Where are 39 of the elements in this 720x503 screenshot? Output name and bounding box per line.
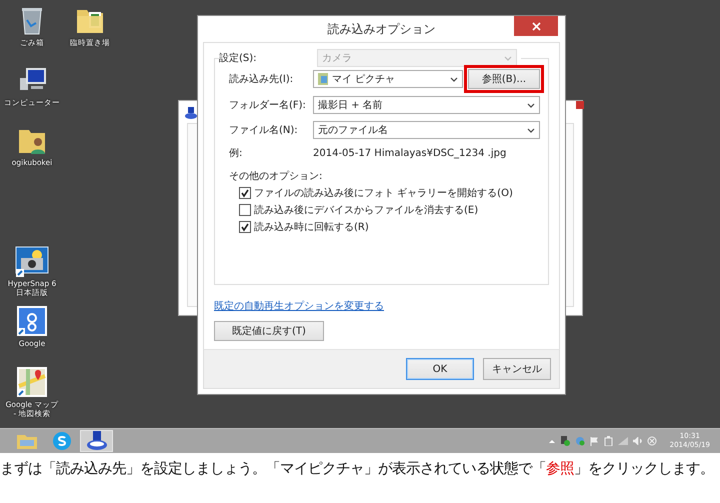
caption-text: まずは「読み込み先」を設定しましょう。「マイピクチャ」が表示されている状態で「参照」をクリックします。 xyxy=(0,460,715,479)
folder-name-dropdown[interactable]: 撮影日 + 名前 xyxy=(313,96,540,114)
destination-dropdown[interactable]: マイ ピクチャ xyxy=(313,70,463,88)
example-text: 2014-05-17 Himalayas¥DSC_1234 .jpg xyxy=(313,148,508,158)
scanner-icon xyxy=(84,430,108,452)
checkbox[interactable] xyxy=(239,221,251,233)
ok-button[interactable]: OK xyxy=(406,358,474,380)
google-icon[interactable] xyxy=(16,305,48,337)
cancel-button[interactable]: キャンセル xyxy=(483,358,551,380)
field-label: ファイル名(N): xyxy=(229,124,299,137)
pictures-folder-icon xyxy=(318,73,328,85)
reset-button[interactable]: 既定値に戻す(T) xyxy=(214,321,324,341)
scanner-icon xyxy=(185,107,197,119)
settings-dropdown: カメラ xyxy=(317,49,517,67)
checkbox-option[interactable]: ファイルの読み込み後にフォト ギャラリーを開始する(O) xyxy=(239,186,540,200)
skype-icon xyxy=(52,431,72,451)
dropdown-icon xyxy=(504,56,512,60)
window-title: 読み込みオプション xyxy=(328,20,436,38)
close-button[interactable] xyxy=(514,16,558,36)
dropdown-icon xyxy=(450,76,458,82)
taskbar-button[interactable] xyxy=(80,430,113,452)
shield-icon[interactable] xyxy=(560,436,570,446)
section-label: その他のオプション: xyxy=(229,170,324,183)
file-name-dropdown[interactable]: 元のファイル名 xyxy=(313,121,540,139)
checkbox-option[interactable]: 読み込み時に回転する(R) xyxy=(239,220,540,234)
camera-icon[interactable] xyxy=(15,245,49,277)
dropdown-icon xyxy=(527,102,535,108)
checkbox[interactable] xyxy=(239,187,251,199)
checkbox-option[interactable]: 読み込み後にデバイスからファイルを消去する(E) xyxy=(239,203,540,217)
close-icon xyxy=(532,22,540,30)
dropdown-icon xyxy=(527,128,535,132)
field-label: 読み込み先(I): xyxy=(229,72,294,86)
settings-link[interactable]: 既定の自動再生オプションを変更する xyxy=(214,299,384,313)
map-icon[interactable] xyxy=(16,366,48,398)
checkbox[interactable] xyxy=(239,204,251,216)
field-label: フォルダー名(F): xyxy=(229,99,307,112)
field-label: 設定(S): xyxy=(219,52,258,65)
browse-button[interactable]: 参照(B)... xyxy=(468,69,540,89)
field-label: 例: xyxy=(229,147,244,160)
